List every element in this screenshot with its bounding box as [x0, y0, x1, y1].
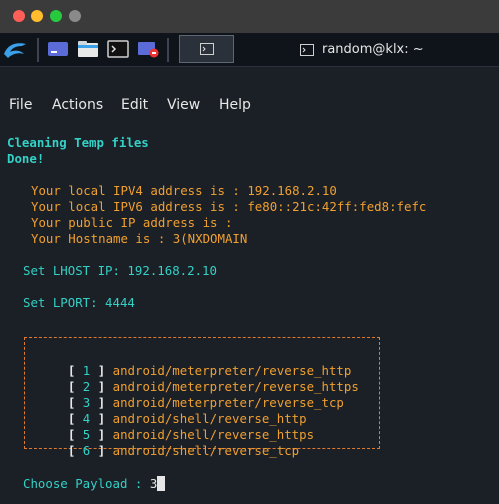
- terminal-icon[interactable]: [107, 39, 129, 59]
- menu-file[interactable]: File: [9, 97, 32, 113]
- kali-dragon-icon[interactable]: [2, 38, 30, 62]
- window-title-text: random@klx: ~: [322, 42, 424, 57]
- text-cursor: [157, 476, 166, 491]
- menu-view[interactable]: View: [167, 97, 200, 113]
- lport-line: Set LPORT: 4444: [23, 295, 135, 310]
- done-message: Done!: [7, 151, 45, 166]
- file-manager-icon[interactable]: [77, 39, 99, 59]
- cleaning-message: Cleaning Temp files: [7, 135, 149, 150]
- ipv6-line: Your local IPV6 address is : fe80::21c:4…: [31, 199, 427, 214]
- ipv4-line: Your local IPV4 address is : 192.168.2.1…: [31, 183, 337, 198]
- menu-edit[interactable]: Edit: [121, 97, 148, 113]
- minimize-window-button[interactable]: [31, 10, 43, 22]
- taskbar-separator: [37, 38, 39, 62]
- terminal-icon: [200, 43, 214, 55]
- maximize-window-button[interactable]: [50, 10, 62, 22]
- taskbar-terminal-window-button[interactable]: [179, 35, 234, 63]
- payload-option[interactable]: [ 6 ] android/shell/reverse_tcp: [38, 427, 299, 475]
- taskbar: random@klx: ~: [0, 33, 499, 67]
- taskbar-separator: [167, 38, 169, 62]
- payload-prompt[interactable]: Choose Payload : 3: [23, 476, 166, 492]
- active-window-title: random@klx: ~: [300, 40, 499, 60]
- prompt-label: Choose Payload :: [23, 476, 150, 491]
- prompt-input-value[interactable]: 3: [150, 476, 157, 491]
- menu-help[interactable]: Help: [219, 97, 251, 113]
- workspace-icon[interactable]: [47, 39, 69, 59]
- terminal-menubar: File Actions Edit View Help: [0, 94, 499, 118]
- hostname-line: Your Hostname is : 3(NXDOMAIN: [31, 231, 248, 246]
- window-titlebar: [0, 0, 499, 33]
- screen-recorder-icon[interactable]: [137, 39, 159, 59]
- public-ip-line: Your public IP address is :: [31, 215, 233, 230]
- payload-name: android/shell/reverse_tcp: [112, 443, 300, 458]
- menu-actions[interactable]: Actions: [52, 97, 103, 113]
- lhost-line: Set LHOST IP: 192.168.2.10: [23, 263, 217, 278]
- close-window-button[interactable]: [13, 10, 25, 22]
- terminal-icon: [300, 44, 314, 56]
- window-extra-button[interactable]: [69, 10, 81, 22]
